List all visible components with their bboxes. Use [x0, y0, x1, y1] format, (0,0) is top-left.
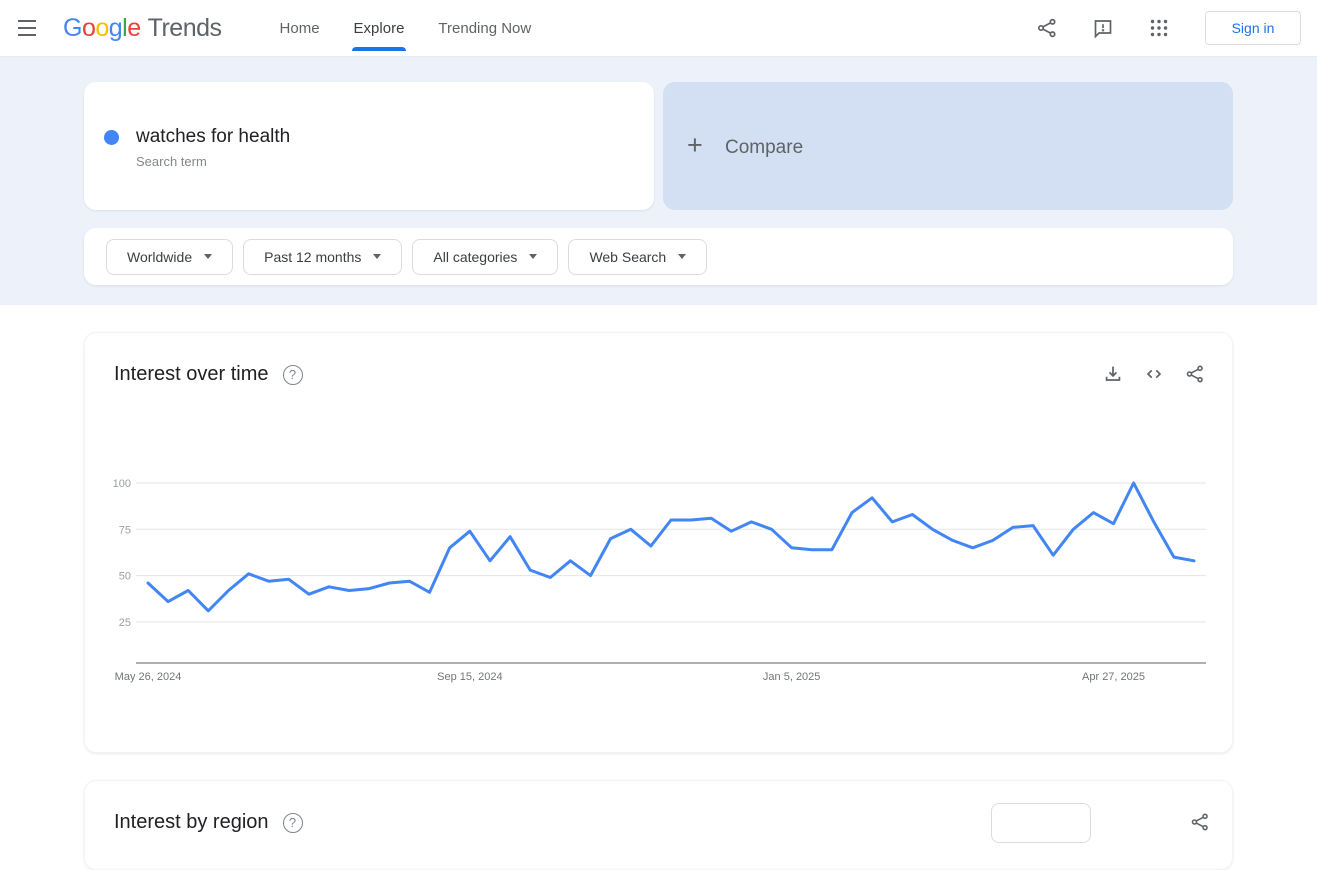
- svg-text:100: 100: [113, 478, 131, 490]
- svg-text:75: 75: [119, 524, 131, 536]
- search-term-card[interactable]: watches for health Search term: [84, 82, 654, 210]
- chevron-down-icon: [529, 254, 538, 259]
- nav-home[interactable]: Home: [278, 0, 322, 57]
- interest-chart-svg[interactable]: 25 50 75 100 May 26, 2024 Sep 15, 2024 Jan 5, …: [85, 333, 1234, 754]
- query-section: watches for health Search term + Compare…: [0, 57, 1317, 305]
- time-filter-dropdown[interactable]: Past 12 months: [243, 238, 403, 275]
- header-actions: Sign in: [1019, 11, 1301, 45]
- geo-filter-dropdown[interactable]: Worldwide: [106, 238, 234, 275]
- category-filter-dropdown[interactable]: All categories: [412, 238, 559, 275]
- plus-icon: +: [687, 130, 703, 160]
- compare-card[interactable]: + Compare: [663, 82, 1233, 210]
- feedback-icon[interactable]: [1091, 16, 1115, 40]
- svg-text:Apr 27, 2025: Apr 27, 2025: [1082, 671, 1145, 683]
- compare-label: Compare: [725, 137, 804, 158]
- section-title: Interest by region: [114, 811, 269, 833]
- interest-by-region-card: Interest by region ?: [84, 780, 1233, 870]
- svg-text:Sep 15, 2024: Sep 15, 2024: [437, 671, 502, 683]
- filters-bar: Worldwide Past 12 months All categories …: [84, 228, 1233, 285]
- share-icon[interactable]: [1189, 811, 1211, 833]
- search-term-subtitle: Search term: [136, 154, 207, 169]
- apps-grid-icon[interactable]: [1147, 16, 1171, 40]
- nav-trending-now[interactable]: Trending Now: [436, 0, 533, 57]
- search-term-text: watches for health: [136, 126, 291, 147]
- series-color-dot: [104, 130, 119, 145]
- interest-over-time-card: Interest over time ? 25 50 75 100 May 26, 20…: [84, 332, 1233, 753]
- active-tab-indicator: [351, 46, 407, 51]
- svg-text:25: 25: [119, 617, 131, 629]
- chevron-down-icon: [204, 254, 213, 259]
- google-logo-brand: Google: [63, 13, 141, 42]
- app-header: Google Trends Home Explore Trending Now …: [0, 0, 1317, 57]
- svg-text:Jan 5, 2025: Jan 5, 2025: [763, 671, 821, 683]
- google-trends-logo[interactable]: Google Trends: [63, 14, 222, 43]
- svg-text:50: 50: [119, 571, 131, 583]
- share-icon[interactable]: [1035, 16, 1059, 40]
- logo-product-label: Trends: [147, 13, 222, 42]
- svg-text:May 26, 2024: May 26, 2024: [115, 671, 182, 683]
- region-level-dropdown[interactable]: [991, 803, 1091, 843]
- sign-in-button[interactable]: Sign in: [1205, 11, 1301, 45]
- search-type-filter-dropdown[interactable]: Web Search: [568, 238, 708, 275]
- main-nav: Home Explore Trending Now: [278, 0, 534, 57]
- nav-explore[interactable]: Explore: [351, 0, 407, 57]
- menu-icon[interactable]: [15, 16, 39, 40]
- chevron-down-icon: [373, 254, 382, 259]
- chevron-down-icon: [678, 254, 687, 259]
